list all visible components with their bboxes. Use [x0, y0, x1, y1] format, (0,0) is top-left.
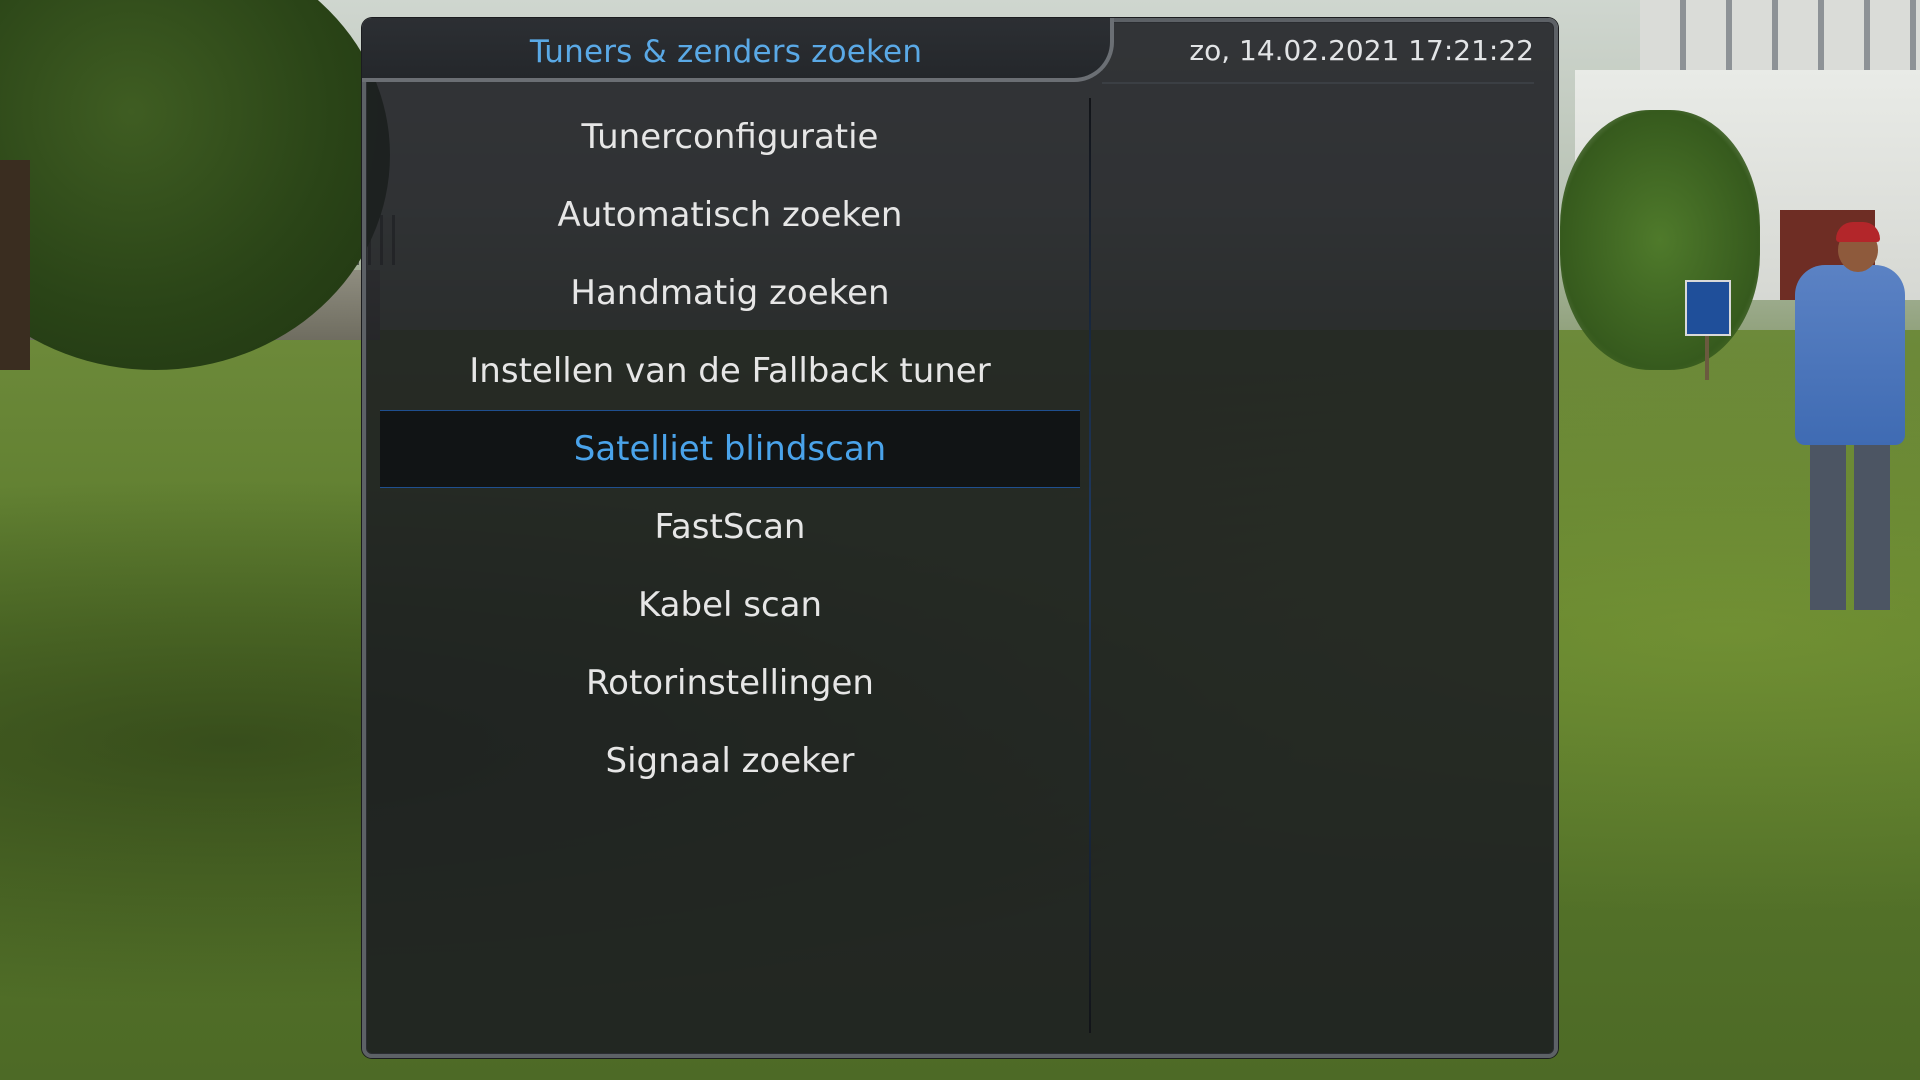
- title-tab: Tuners & zenders zoeken: [362, 18, 1114, 82]
- background-building-upper: [1640, 0, 1920, 80]
- menu-item-fallback-tuner[interactable]: Instellen van de Fallback tuner: [380, 332, 1080, 410]
- column-divider: [1089, 98, 1091, 1033]
- background-person-legs: [1810, 440, 1890, 610]
- background-sign-post: [1705, 330, 1709, 380]
- menu-item-rotorinstellingen[interactable]: Rotorinstellingen: [380, 644, 1080, 722]
- tv-screen: Tuners & zenders zoeken zo, 14.02.2021 1…: [0, 0, 1920, 1080]
- datetime-display: zo, 14.02.2021 17:21:22: [1189, 34, 1534, 67]
- menu-item-signaal-zoeker[interactable]: Signaal zoeker: [380, 722, 1080, 800]
- background-person-cap: [1836, 222, 1880, 242]
- background-sign: [1685, 280, 1731, 336]
- osd-window: Tuners & zenders zoeken zo, 14.02.2021 1…: [362, 18, 1558, 1058]
- background-person: [1795, 265, 1905, 445]
- menu-item-tunerconfiguratie[interactable]: Tunerconfiguratie: [380, 98, 1080, 176]
- menu-item-satelliet-blindscan[interactable]: Satelliet blindscan: [380, 410, 1080, 488]
- menu-item-kabel-scan[interactable]: Kabel scan: [380, 566, 1080, 644]
- background-tree-trunk: [0, 160, 30, 370]
- header-divider: [1102, 82, 1534, 84]
- menu-item-fastscan[interactable]: FastScan: [380, 488, 1080, 566]
- page-title: Tuners & zenders zoeken: [529, 34, 923, 70]
- menu-item-automatisch-zoeken[interactable]: Automatisch zoeken: [380, 176, 1080, 254]
- menu-item-handmatig-zoeken[interactable]: Handmatig zoeken: [380, 254, 1080, 332]
- menu-list: Tunerconfiguratie Automatisch zoeken Han…: [380, 98, 1080, 800]
